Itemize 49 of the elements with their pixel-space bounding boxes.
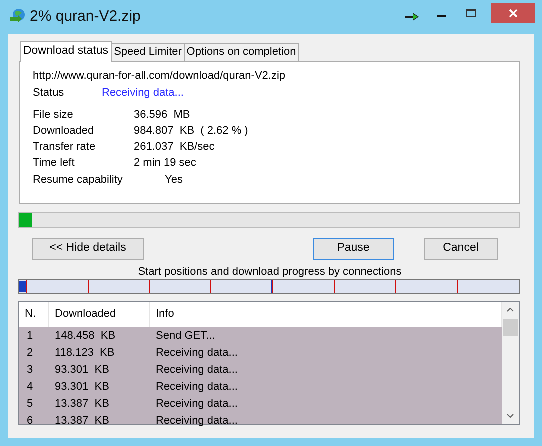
close-icon (508, 8, 518, 18)
scroll-up-icon[interactable] (507, 308, 514, 312)
table-cell-text: Receiving data... (155, 380, 239, 396)
table-cell-text: 6 (26, 414, 34, 430)
url-text: http://www.quran-for-all.com/download/quran-V2.zip (33, 69, 287, 84)
button[interactable]: << Hide details (32, 238, 144, 260)
table-cell-text: 1 (26, 329, 34, 344)
maximize-button[interactable] (466, 9, 476, 17)
detail-value: 2 min 19 sec (134, 156, 196, 171)
detail-label: File size (33, 108, 74, 123)
scroll-down-icon[interactable] (507, 414, 514, 418)
table-cell-text: 3 (26, 363, 34, 378)
table-cell-text: 13.387 KB (54, 414, 110, 430)
table-cell-text: 5 (26, 397, 34, 412)
table-cell-text: 2 (26, 346, 34, 362)
detail-value: 984.807 KB ( 2.62 % ) (134, 124, 248, 139)
connections-caption: Start positions and download progress by connections (137, 265, 403, 278)
status-value: Receiving data... (102, 86, 184, 101)
detail-value: Yes (165, 173, 183, 188)
globe-icon (9, 8, 27, 24)
tab[interactable]: Download status (20, 41, 112, 62)
scrollbar-thumb[interactable] (503, 319, 518, 336)
status-label: Status (33, 86, 66, 101)
detail-label: Downloaded (33, 124, 96, 139)
table-cell-text: Receiving data... (155, 346, 239, 362)
detail-label: Transfer rate (33, 140, 97, 155)
table-cell-text: 13.387 KB (54, 397, 110, 412)
detail-value: 261.037 KB/sec (134, 140, 215, 155)
table-cell-text: 93.301 KB (54, 380, 110, 396)
table-cell-text: Receiving data... (155, 397, 239, 412)
tab[interactable]: Options on completion (184, 43, 299, 61)
table-cell-text: 148.458 KB (54, 329, 117, 344)
close-button[interactable] (491, 3, 535, 23)
arrow-icon[interactable] (405, 13, 419, 21)
button[interactable]: Pause (313, 238, 394, 260)
button[interactable]: Cancel (424, 238, 498, 260)
column-header[interactable]: Downloaded (49, 302, 150, 327)
detail-label: Resume capability (33, 173, 124, 188)
table-cell-text: Receiving data... (155, 414, 239, 430)
table-cell-text: 93.301 KB (54, 363, 110, 378)
detail-label: Time left (33, 156, 76, 171)
table-cell-text: Send GET... (155, 329, 216, 344)
column-header[interactable]: N. (19, 302, 49, 327)
table-cell-text: 118.123 KB (54, 346, 116, 362)
window-title: 2% quran-V2.zip (30, 7, 141, 27)
scrollbar[interactable] (502, 302, 519, 424)
table-cell-text: 4 (26, 380, 34, 396)
table-cell-text: Receiving data... (155, 363, 239, 378)
detail-value: 36.596 MB (134, 108, 190, 123)
